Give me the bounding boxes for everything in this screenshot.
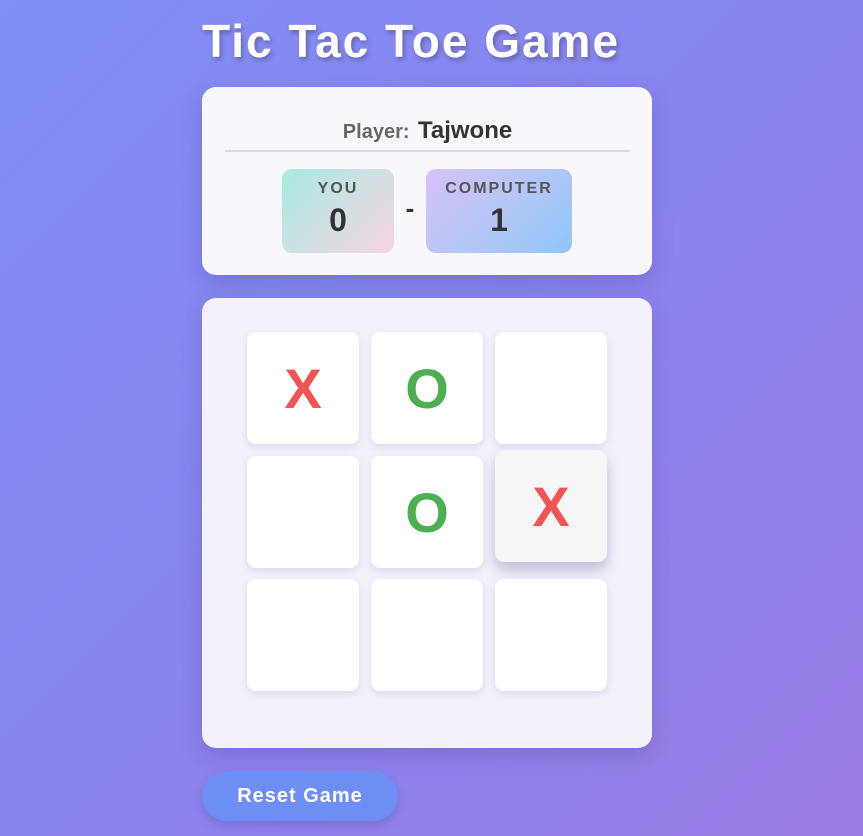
reset-button[interactable]: Reset Game (202, 771, 398, 821)
player-name: Tajwone (417, 117, 513, 144)
score-you-value: 0 (329, 202, 347, 238)
score-you: YOU 0 (282, 169, 394, 253)
player-info: Player: Tajwone (225, 117, 630, 152)
board-cell-4[interactable] (247, 456, 359, 568)
page-title: Tic Tac Toe Game (202, 15, 621, 67)
game-board: X O O X (202, 298, 652, 748)
score-computer-value: 1 (490, 202, 508, 238)
board-cell-1[interactable]: X (247, 332, 359, 444)
board-cell-6[interactable]: X (495, 450, 607, 562)
score-you-label: YOU (317, 180, 359, 197)
score-separator: - (405, 193, 415, 223)
board-cell-7[interactable] (247, 579, 359, 691)
board-cell-3[interactable] (495, 332, 607, 444)
score-computer-label: COMPUTER (445, 180, 553, 197)
board-cell-8[interactable] (371, 579, 483, 691)
board-cell-9[interactable] (495, 579, 607, 691)
player-label: Player: (342, 121, 410, 143)
score-computer: COMPUTER 1 (426, 169, 572, 253)
score-card: Player: Tajwone YOU 0 - COMPUTER 1 (202, 87, 652, 275)
board-cell-2[interactable]: O (371, 332, 483, 444)
board-cell-5[interactable]: O (371, 456, 483, 568)
